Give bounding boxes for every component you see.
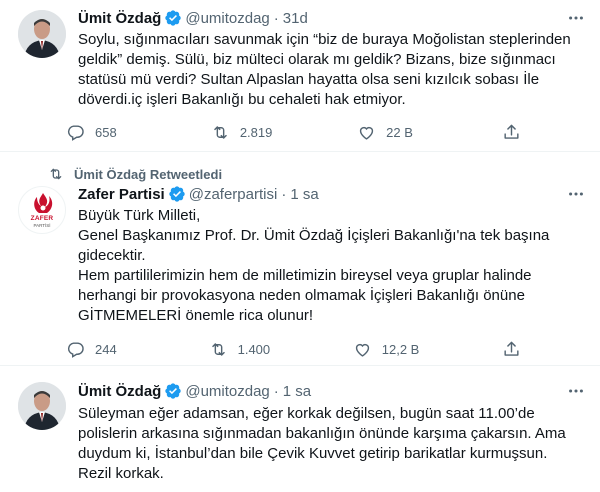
retweet-count: 2.819 (239, 124, 273, 140)
share-button[interactable] (502, 120, 526, 144)
display-name[interactable]: Ümit Özdağ (78, 383, 161, 400)
heart-icon (360, 126, 374, 140)
reply-count: 658 (95, 124, 117, 140)
retweeted-by-line: Ümit Özdağ Retweetledi (48, 165, 222, 183)
retweet-icon (211, 342, 225, 356)
verified-badge-icon (168, 185, 186, 203)
verified-badge-icon (164, 382, 182, 400)
more-options-icon[interactable] (566, 184, 586, 204)
more-options-icon[interactable] (566, 8, 586, 28)
reply-count: 244 (95, 341, 117, 357)
tweet-text: Süleyman eğer adamsan, eğer korkak değil… (78, 405, 566, 482)
retweeted-by-label[interactable]: Ümit Özdağ Retweetledi (74, 167, 222, 182)
share-button[interactable] (502, 337, 526, 361)
separator-dot: · (281, 185, 287, 203)
reply-icon (67, 341, 84, 358)
reply-button[interactable]: 244 (66, 337, 126, 361)
display-name[interactable]: Zafer Partisi (78, 186, 165, 203)
display-name[interactable]: Ümit Özdağ (78, 10, 161, 27)
share-icon (504, 341, 519, 356)
handle[interactable]: @umitozdag (185, 10, 269, 27)
tweet-header: Zafer Partisi @zaferpartisi · 1 sa (78, 184, 319, 204)
logo-subtext: PARTİSİ (33, 223, 51, 228)
like-count: 22 B (386, 124, 413, 140)
avatar-zafer-partisi[interactable]: ZAFER PARTİSİ (18, 186, 66, 234)
like-count: 12,2 B (381, 341, 420, 357)
tweet-header: Ümit Özdağ @umitozdag · 31d (78, 8, 308, 28)
logo-text: ZAFER (30, 215, 54, 222)
retweet-count: 1.400 (237, 341, 271, 357)
separator-dot: · (273, 9, 279, 27)
reply-icon (67, 124, 84, 141)
tweet-actions: 658 2.819 22 B (66, 120, 526, 144)
tweet-actions: 244 1.400 12,2 B (66, 337, 526, 361)
tweet-text: Soylu, sığınmacıları savunmak için “biz … (78, 31, 571, 108)
timestamp[interactable]: 1 sa (283, 383, 311, 400)
retweet-icon (214, 125, 227, 139)
retweet-button[interactable]: 1.400 (209, 337, 271, 361)
verified-badge-icon (164, 9, 182, 27)
retweet-button[interactable]: 2.819 (211, 120, 273, 144)
timestamp[interactable]: 31d (283, 10, 308, 27)
avatar[interactable] (18, 382, 66, 430)
more-options-icon[interactable] (566, 381, 586, 401)
timestamp[interactable]: 1 sa (290, 186, 318, 203)
avatar[interactable] (18, 10, 66, 58)
like-button[interactable]: 12,2 B (353, 337, 420, 361)
share-icon (504, 124, 519, 139)
handle[interactable]: @zaferpartisi (189, 186, 278, 203)
tweet-header: Ümit Özdağ @umitozdag · 1 sa (78, 381, 311, 401)
tweet-text: Büyük Türk Milleti, Genel Başkanımız Pro… (78, 207, 550, 324)
separator-dot: · (273, 382, 279, 400)
tweet-1[interactable]: Ümit Özdağ @umitozdag · 31d Soylu, sığın… (0, 0, 600, 152)
retweet-small-icon (50, 168, 62, 180)
like-button[interactable]: 22 B (357, 120, 417, 144)
heart-icon (355, 343, 369, 357)
reply-button[interactable]: 658 (66, 120, 126, 144)
handle[interactable]: @umitozdag (185, 383, 269, 400)
